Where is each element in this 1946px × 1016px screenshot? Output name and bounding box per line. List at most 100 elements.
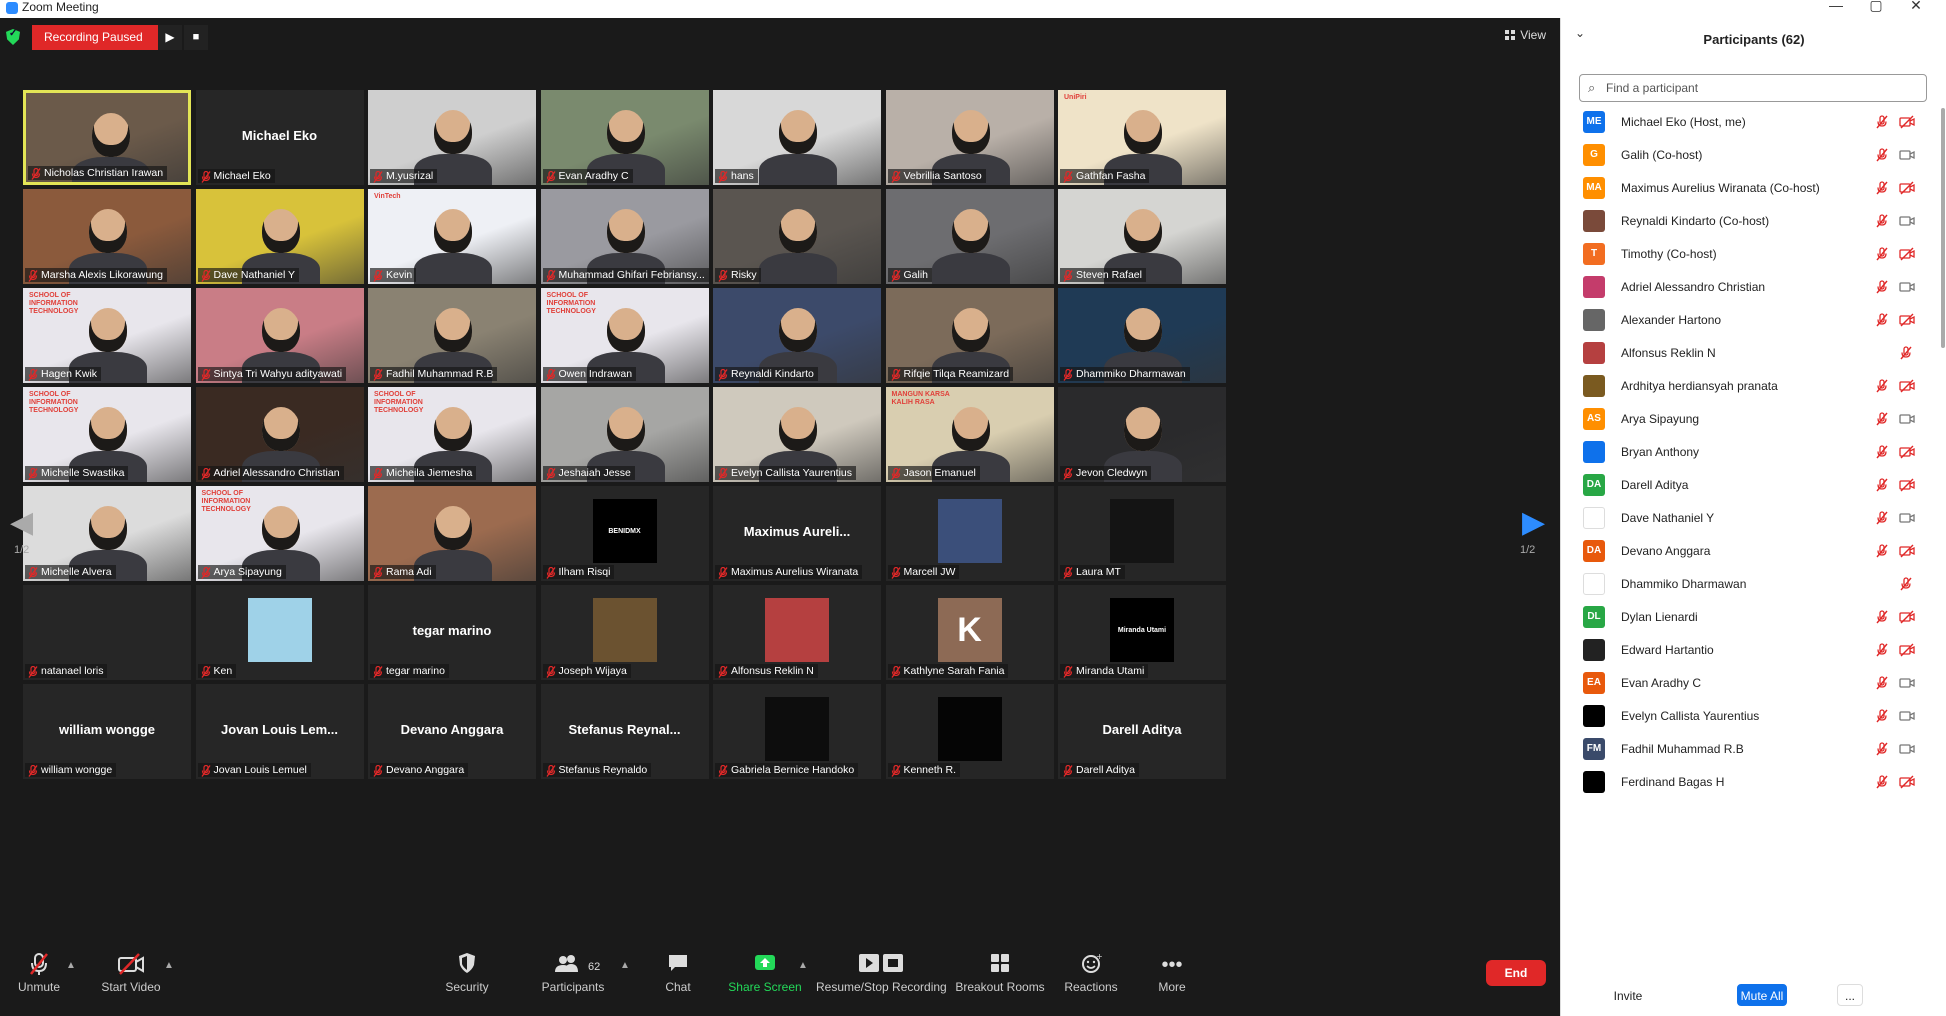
- security-button[interactable]: Security: [436, 952, 498, 994]
- video-tile[interactable]: SCHOOL OF INFORMATION TECHNOLOGY Arya Sip…: [195, 486, 364, 581]
- close-button[interactable]: ✕: [1896, 0, 1936, 14]
- reactions-button[interactable]: + Reactions: [1060, 952, 1122, 994]
- participant-list-scrollbar[interactable]: [1941, 108, 1945, 348]
- video-tile[interactable]: Evelyn Callista Yaurentius: [713, 387, 881, 482]
- video-tile[interactable]: Nicholas Christian Irawan: [23, 90, 191, 185]
- mic-muted-icon[interactable]: [1875, 247, 1889, 261]
- video-tile[interactable]: BENIDMX Ilham Risqi: [540, 486, 709, 581]
- video-icon[interactable]: [1899, 412, 1915, 426]
- video-tile[interactable]: Muhammad Ghifari Febriansy...: [540, 189, 709, 284]
- participant-row[interactable]: Evelyn Callista Yaurentius: [1561, 700, 1946, 733]
- video-tile[interactable]: Rifqie Tilqa Reamizard: [885, 288, 1054, 383]
- participant-row[interactable]: ME Michael Eko (Host, me): [1561, 106, 1946, 139]
- mic-muted-icon[interactable]: [1875, 148, 1889, 162]
- video-icon[interactable]: [1899, 676, 1915, 690]
- end-meeting-button[interactable]: End: [1486, 960, 1546, 986]
- participant-row[interactable]: MA Maximus Aurelius Wiranata (Co-host): [1561, 172, 1946, 205]
- video-off-icon[interactable]: [1899, 379, 1915, 393]
- video-off-icon[interactable]: [1899, 775, 1915, 789]
- video-off-icon[interactable]: [1899, 610, 1915, 624]
- video-tile[interactable]: Maximus Aureli... Maximus Aurelius Wirana…: [713, 486, 881, 581]
- video-tile[interactable]: Gabriela Bernice Handoko: [713, 684, 881, 779]
- chat-button[interactable]: Chat: [658, 952, 698, 994]
- breakout-rooms-button[interactable]: Breakout Rooms: [954, 952, 1046, 994]
- mic-muted-icon[interactable]: [1875, 181, 1889, 195]
- view-button[interactable]: View: [1505, 28, 1546, 42]
- participant-row[interactable]: Dave Nathaniel Y: [1561, 502, 1946, 535]
- video-tile[interactable]: SCHOOL OF INFORMATION TECHNOLOGY Michelle…: [23, 387, 191, 482]
- video-tile[interactable]: Darell Aditya Darell Aditya: [1058, 684, 1226, 779]
- video-tile[interactable]: Jevon Cledwyn: [1058, 387, 1226, 482]
- participant-row[interactable]: Ferdinand Bagas H: [1561, 766, 1946, 799]
- mic-muted-icon[interactable]: [1875, 214, 1889, 228]
- participant-row[interactable]: Adriel Alessandro Christian: [1561, 271, 1946, 304]
- video-tile[interactable]: william wongge william wongge: [23, 684, 191, 779]
- video-off-icon[interactable]: [1899, 181, 1915, 195]
- video-tile[interactable]: SCHOOL OF INFORMATION TECHNOLOGY Micheila…: [368, 387, 536, 482]
- participant-row[interactable]: Edward Hartantio: [1561, 634, 1946, 667]
- mic-muted-icon[interactable]: [1875, 379, 1889, 393]
- video-tile[interactable]: Rama Adi: [368, 486, 536, 581]
- video-tile[interactable]: Steven Rafael: [1058, 189, 1226, 284]
- participant-row[interactable]: DA Devano Anggara: [1561, 535, 1946, 568]
- video-tile[interactable]: Michael Eko Michael Eko: [195, 90, 364, 185]
- video-off-icon[interactable]: [1899, 544, 1915, 558]
- encryption-shield-icon[interactable]: [6, 29, 20, 45]
- video-options-caret-icon[interactable]: ▲: [164, 960, 174, 971]
- unmute-button[interactable]: Unmute: [14, 952, 64, 994]
- mic-muted-icon[interactable]: [1875, 511, 1889, 525]
- video-tile[interactable]: Marsha Alexis Likorawung: [23, 189, 191, 284]
- mic-muted-icon[interactable]: [1875, 412, 1889, 426]
- video-icon[interactable]: [1899, 742, 1915, 756]
- participant-row[interactable]: EA Evan Aradhy C: [1561, 667, 1946, 700]
- minimize-button[interactable]: —: [1816, 0, 1856, 14]
- video-icon[interactable]: [1899, 214, 1915, 228]
- video-tile[interactable]: Kenneth R.: [885, 684, 1054, 779]
- mic-muted-icon[interactable]: [1875, 544, 1889, 558]
- participants-button[interactable]: 62 Participants: [538, 952, 608, 994]
- next-page-arrow-icon[interactable]: ▶: [1522, 503, 1545, 543]
- video-off-icon[interactable]: [1899, 445, 1915, 459]
- more-button[interactable]: ••• More: [1152, 952, 1192, 994]
- participant-row[interactable]: T Timothy (Co-host): [1561, 238, 1946, 271]
- audio-options-caret-icon[interactable]: ▲: [66, 960, 76, 971]
- participant-row[interactable]: Reynaldi Kindarto (Co-host): [1561, 205, 1946, 238]
- mic-muted-icon[interactable]: [1875, 742, 1889, 756]
- video-tile[interactable]: natanael loris: [23, 585, 191, 680]
- video-tile[interactable]: Michelle Alvera: [23, 486, 191, 581]
- participant-row[interactable]: Bryan Anthony: [1561, 436, 1946, 469]
- mic-muted-icon[interactable]: [1875, 676, 1889, 690]
- video-tile[interactable]: Evan Aradhy C: [540, 90, 709, 185]
- video-tile[interactable]: Fadhil Muhammad R.B: [368, 288, 536, 383]
- mic-muted-icon[interactable]: [1875, 313, 1889, 327]
- video-tile[interactable]: SCHOOL OF INFORMATION TECHNOLOGY Hagen Kw…: [23, 288, 191, 383]
- video-off-icon[interactable]: [1899, 115, 1915, 129]
- resume-stop-recording-button[interactable]: Resume/Stop Recording: [816, 952, 947, 994]
- mic-muted-icon[interactable]: [1875, 610, 1889, 624]
- invite-button[interactable]: Invite: [1607, 984, 1649, 1006]
- participants-options-caret-icon[interactable]: ▲: [620, 960, 630, 971]
- find-participant-input[interactable]: ⌕ Find a participant: [1579, 74, 1927, 102]
- mic-muted-icon[interactable]: [1875, 445, 1889, 459]
- mic-muted-icon[interactable]: [1875, 115, 1889, 129]
- participant-row[interactable]: Dhammiko Dharmawan: [1561, 568, 1946, 601]
- video-tile[interactable]: Sintya Tri Wahyu adityawati: [195, 288, 364, 383]
- video-tile[interactable]: Adriel Alessandro Christian: [195, 387, 364, 482]
- video-tile[interactable]: UniPiri Gathfan Fasha: [1058, 90, 1226, 185]
- share-screen-button[interactable]: Share Screen: [726, 952, 804, 994]
- video-tile[interactable]: hans: [713, 90, 881, 185]
- participant-row[interactable]: Alfonsus Reklin N: [1561, 337, 1946, 370]
- video-tile[interactable]: Stefanus Reynal... Stefanus Reynaldo: [540, 684, 709, 779]
- video-icon[interactable]: [1899, 148, 1915, 162]
- video-tile[interactable]: tegar marino tegar marino: [368, 585, 536, 680]
- video-tile[interactable]: Marcell JW: [885, 486, 1054, 581]
- previous-page-arrow-icon[interactable]: ◀: [10, 503, 33, 543]
- video-tile[interactable]: Reynaldi Kindarto: [713, 288, 881, 383]
- video-tile[interactable]: Vebrillia Santoso: [885, 90, 1054, 185]
- mic-muted-icon[interactable]: [1875, 643, 1889, 657]
- participant-row[interactable]: FM Fadhil Muhammad R.B: [1561, 733, 1946, 766]
- participant-row[interactable]: AS Arya Sipayung: [1561, 403, 1946, 436]
- participant-row[interactable]: Ardhitya herdiansyah pranata: [1561, 370, 1946, 403]
- video-off-icon[interactable]: [1899, 247, 1915, 261]
- video-off-icon[interactable]: [1899, 313, 1915, 327]
